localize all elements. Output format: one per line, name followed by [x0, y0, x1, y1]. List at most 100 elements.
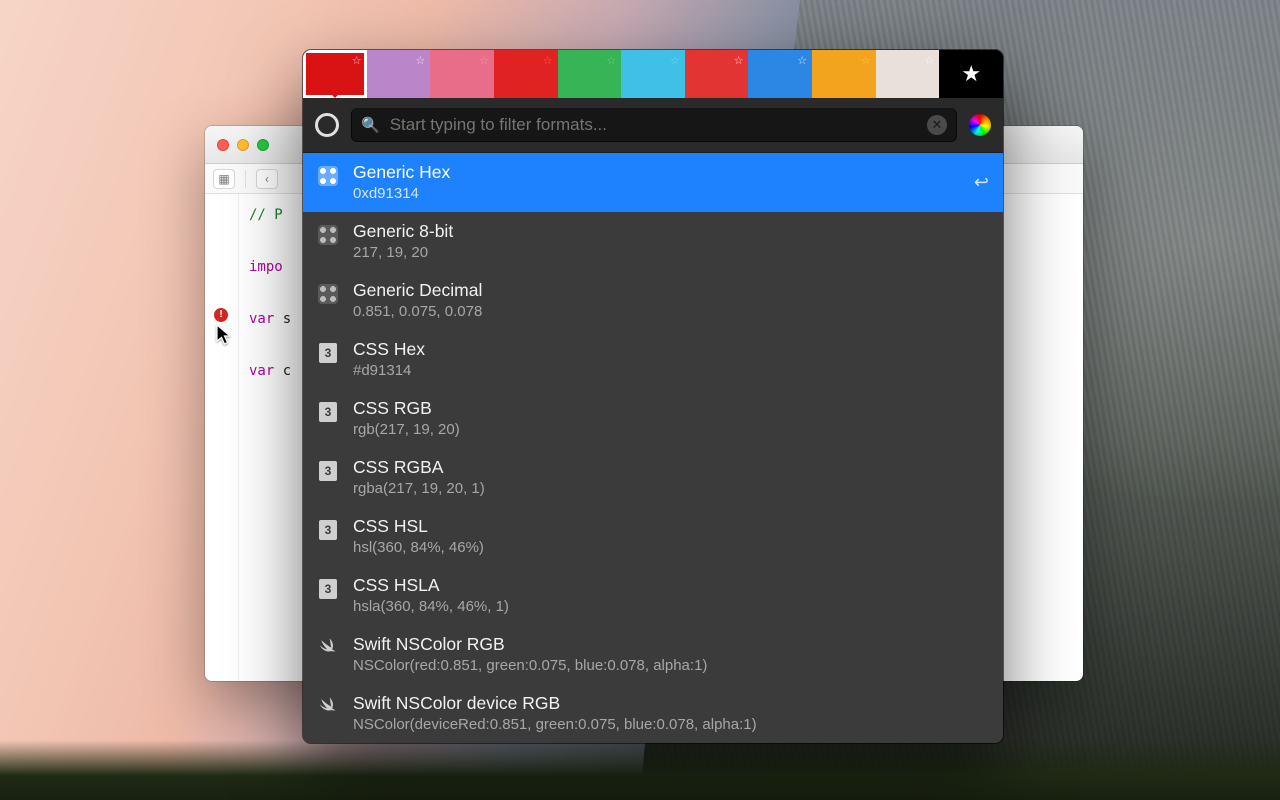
- search-box[interactable]: 🔍 ✕: [351, 108, 957, 142]
- format-value: #d91314: [353, 362, 989, 379]
- search-input[interactable]: [390, 115, 917, 135]
- format-text: CSS HSLAhsla(360, 84%, 46%, 1): [353, 575, 989, 615]
- format-value: 217, 19, 20: [353, 244, 989, 261]
- format-text: Generic Decimal 0.851, 0.075, 0.078: [353, 280, 989, 320]
- swatch-7[interactable]: ☆: [748, 50, 812, 98]
- wallpaper-trees: [0, 740, 1280, 800]
- format-text: Swift NSColor device RGB NSColor(deviceRe…: [353, 693, 989, 733]
- format-text: Generic Hex 0xd91314: [353, 162, 960, 202]
- favorite-star-icon: ☆: [479, 54, 489, 67]
- swatch-8[interactable]: ☆: [812, 50, 876, 98]
- editor-gutter[interactable]: !: [205, 194, 239, 681]
- generic-format-icon: [317, 283, 339, 305]
- window-traffic-lights: [217, 139, 269, 151]
- favorite-star-icon: ☆: [734, 54, 744, 67]
- format-text: CSS RGB rgb(217, 19, 20): [353, 398, 989, 438]
- code-comment: // P: [249, 207, 283, 223]
- format-value: NSColor(deviceRed:0.851, green:0.075, bl…: [353, 716, 989, 733]
- generic-format-icon: [317, 224, 339, 246]
- format-name: CSS RGB: [353, 398, 989, 419]
- swatch-1[interactable]: ☆: [367, 50, 431, 98]
- favorite-star-icon: ☆: [861, 54, 871, 67]
- swift-format-icon: [317, 637, 339, 659]
- swatch-3[interactable]: ☆: [494, 50, 558, 98]
- star-icon: ★: [961, 61, 981, 87]
- css-format-icon: 3: [317, 519, 339, 541]
- favorite-star-icon: ☆: [543, 54, 553, 67]
- desktop-background: ▦ ‹ ! // P impo var s var c ☆☆☆☆☆☆☆☆☆☆★ …: [0, 0, 1280, 800]
- close-button[interactable]: [217, 139, 229, 151]
- search-row: 🔍 ✕: [303, 98, 1003, 153]
- code-var-keyword: var: [249, 311, 283, 327]
- format-list[interactable]: Generic Hex 0xd91314 ↩ Generic 8-bit 217, 19…: [303, 153, 1003, 743]
- error-badge-icon[interactable]: !: [214, 308, 228, 322]
- clear-search-button[interactable]: ✕: [927, 115, 947, 135]
- generic-format-icon: [317, 165, 339, 187]
- format-value: 0xd91314: [353, 185, 960, 202]
- format-value: hsl(360, 84%, 46%): [353, 539, 989, 556]
- format-name: Swift NSColor device RGB: [353, 693, 989, 714]
- zoom-button[interactable]: [257, 139, 269, 151]
- format-item[interactable]: Generic 8-bit 217, 19, 20: [303, 212, 1003, 271]
- favorite-star-icon: ☆: [670, 54, 680, 67]
- format-name: Generic Decimal: [353, 280, 989, 301]
- format-name: CSS Hex: [353, 339, 989, 360]
- swatch-row: ☆ ☆ ☆ ☆ ☆ ☆ ☆ ☆ ☆ ☆ ★: [303, 50, 1003, 98]
- format-item[interactable]: 3 CSS RGBA rgba(217, 19, 20, 1): [303, 448, 1003, 507]
- format-name: CSS HSLA: [353, 575, 989, 596]
- format-item[interactable]: Generic Decimal 0.851, 0.075, 0.078: [303, 271, 1003, 330]
- swatch-4[interactable]: ☆: [558, 50, 622, 98]
- css-format-icon: 3: [317, 401, 339, 423]
- format-name: CSS RGBA: [353, 457, 989, 478]
- format-value: rgb(217, 19, 20): [353, 421, 989, 438]
- format-item[interactable]: 3 CSS HSLAhsla(360, 84%, 46%, 1): [303, 566, 1003, 625]
- css-format-icon: 3: [317, 342, 339, 364]
- format-item[interactable]: Swift NSColor RGB NSColor(red:0.851, gree…: [303, 625, 1003, 684]
- format-item[interactable]: Swift NSColor device RGB NSColor(deviceRe…: [303, 684, 1003, 743]
- chevron-left-icon: ‹: [265, 172, 269, 186]
- nav-back-button[interactable]: ‹: [256, 169, 278, 189]
- format-name: CSS HSL: [353, 516, 989, 537]
- swatch-0[interactable]: ☆: [303, 50, 367, 98]
- swatch-6[interactable]: ☆: [685, 50, 749, 98]
- swatch-5[interactable]: ☆: [621, 50, 685, 98]
- search-icon: 🔍: [361, 116, 380, 134]
- format-item[interactable]: 3 CSS HSL hsl(360, 84%, 46%): [303, 507, 1003, 566]
- format-item[interactable]: 3 CSS Hex #d91314: [303, 330, 1003, 389]
- format-name: Generic Hex: [353, 162, 960, 183]
- eyedropper-loupe-icon[interactable]: [315, 113, 339, 137]
- css-format-icon: 3: [317, 460, 339, 482]
- format-text: CSS Hex #d91314: [353, 339, 989, 379]
- favorite-star-icon: ☆: [925, 54, 935, 67]
- swatch-9[interactable]: ☆: [876, 50, 940, 98]
- minimize-button[interactable]: [237, 139, 249, 151]
- format-value: rgba(217, 19, 20, 1): [353, 480, 989, 497]
- format-text: CSS HSL hsl(360, 84%, 46%): [353, 516, 989, 556]
- favorite-star-icon: ☆: [352, 54, 362, 67]
- format-text: Swift NSColor RGB NSColor(red:0.851, gree…: [353, 634, 989, 674]
- color-wheel-button[interactable]: [969, 114, 991, 136]
- favorite-star-icon: ☆: [415, 54, 425, 67]
- favorite-star-icon: ☆: [606, 54, 616, 67]
- code-import-keyword: impo: [249, 259, 283, 275]
- code-var-keyword: var: [249, 363, 283, 379]
- return-key-icon: ↩: [974, 172, 989, 193]
- format-item[interactable]: Generic Hex 0xd91314 ↩: [303, 153, 1003, 212]
- format-text: Generic 8-bit 217, 19, 20: [353, 221, 989, 261]
- favorites-tab[interactable]: ★: [939, 50, 1003, 98]
- format-name: Swift NSColor RGB: [353, 634, 989, 655]
- format-name: Generic 8-bit: [353, 221, 989, 242]
- color-picker-popover: ☆☆☆☆☆☆☆☆☆☆★ 🔍 ✕ Generic Hex0xd91314↩Gene…: [303, 50, 1003, 743]
- swift-format-icon: [317, 696, 339, 718]
- close-icon: ✕: [932, 117, 943, 133]
- format-text: CSS RGBA rgba(217, 19, 20, 1): [353, 457, 989, 497]
- format-value: 0.851, 0.075, 0.078: [353, 303, 989, 320]
- swatch-2[interactable]: ☆: [430, 50, 494, 98]
- format-value: NSColor(red:0.851, green:0.075, blue:0.0…: [353, 657, 989, 674]
- format-item[interactable]: 3 CSS RGB rgb(217, 19, 20): [303, 389, 1003, 448]
- code-text: c: [283, 363, 291, 379]
- css-format-icon: 3: [317, 578, 339, 600]
- code-text: s: [283, 311, 291, 327]
- mouse-cursor-icon: [216, 324, 234, 346]
- related-items-button[interactable]: ▦: [213, 169, 235, 189]
